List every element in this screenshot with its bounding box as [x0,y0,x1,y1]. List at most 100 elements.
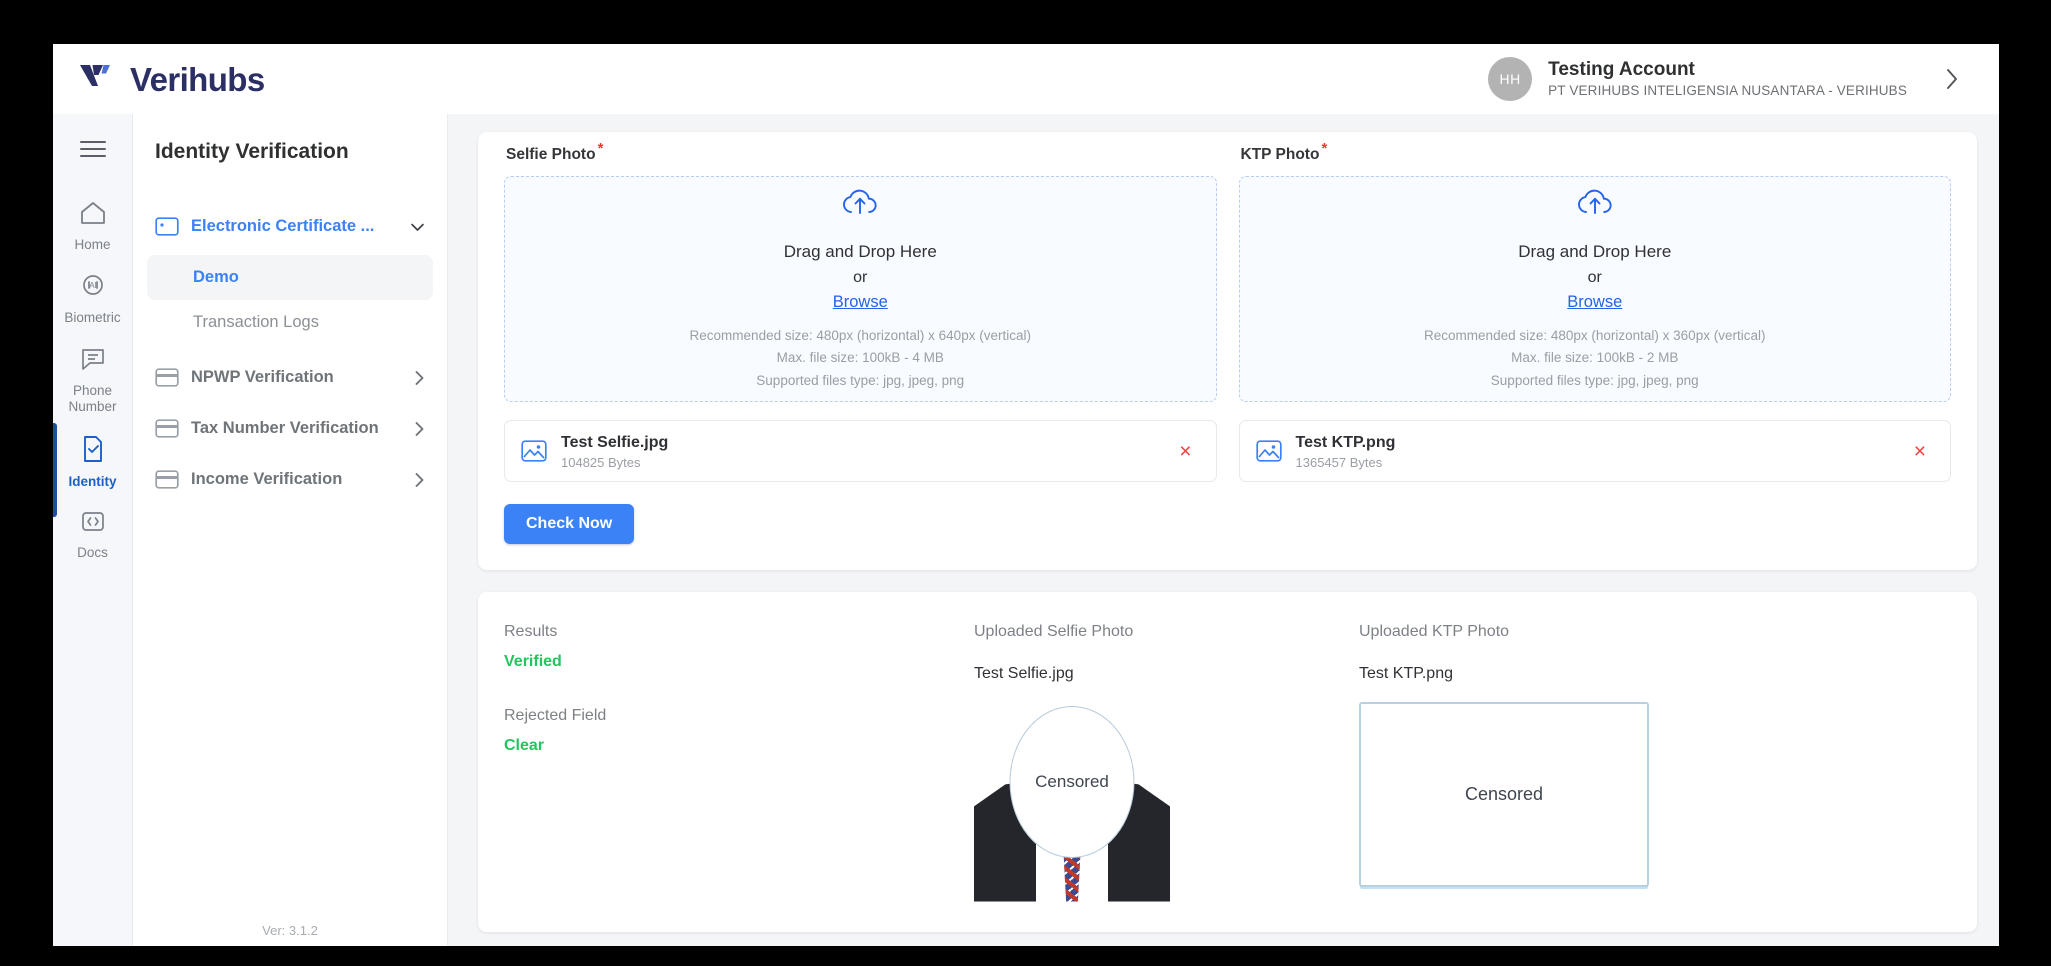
home-icon [78,199,108,232]
sidebar-item-label: Electronic Certificate ... [191,217,375,235]
sidebar-item-income-verification[interactable]: Income Verification [147,461,433,498]
id-card-icon [155,217,179,236]
top-bar: Verihubs HH Testing Account PT VERIHUBS … [53,44,1999,114]
ktp-file-chip: Test KTP.png 1365457 Bytes × [1238,420,1951,483]
rail-item-biometric[interactable]: AI Biometric [53,263,133,336]
uploaded-ktp-column: Uploaded KTP Photo Test KTP.png Censored [1359,622,1951,901]
uploaded-selfie-filename: Test Selfie.jpg [974,665,1074,683]
sidebar-subitem-demo[interactable]: Demo [147,255,433,300]
ktp-photo-label: KTP Photo * [1239,132,1952,176]
ktp-file-name: Test KTP.png [1295,433,1396,451]
cloud-upload-icon [1575,186,1615,223]
sidebar-title: Identity Verification [155,140,349,163]
card-icon [155,419,179,438]
main-content: Selfie Photo * Drag and Drop Here or Bro… [448,114,1999,946]
selfie-hint-size: Recommended size: 480px (horizontal) x 6… [689,328,1031,344]
rejected-field-value: Clear [504,736,545,754]
sidebar-subnav-electronic-certificate: Demo Transaction Logs [147,255,433,345]
rail-label-home: Home [74,237,111,252]
selfie-censor-overlay: Censored [1009,705,1135,858]
selfie-browse-link[interactable]: Browse [833,289,888,315]
ktp-photo-label-text: KTP Photo [1240,146,1320,164]
sidebar-item-label: NPWP Verification [191,368,334,386]
selfie-photo-label: Selfie Photo * [504,132,1217,176]
verihubs-v-icon [80,65,110,86]
upload-card: Selfie Photo * Drag and Drop Here or Bro… [478,132,1977,571]
ktp-drag-text: Drag and Drop Here [1518,242,1672,262]
svg-text:AI: AI [89,281,97,290]
sidebar-item-label: Income Verification [191,470,343,488]
sidebar-subitem-transaction-logs[interactable]: Transaction Logs [147,300,433,345]
check-now-button[interactable]: Check Now [504,504,635,545]
chevron-right-icon[interactable] [1939,66,1965,92]
ktp-upload-column: KTP Photo * Drag and Drop Here or Browse… [1238,132,1952,544]
selfie-photo-label-text: Selfie Photo [506,146,596,164]
code-brackets-icon [79,509,107,540]
results-status-value: Verified [504,653,562,671]
sidebar-item-npwp-verification[interactable]: NPWP Verification [147,359,433,396]
results-summary-column: Results Verified Rejected Field Clear [504,622,974,901]
uploaded-selfie-header: Uploaded Selfie Photo [974,623,1134,641]
account-organization: PT VERIHUBS INTELIGENSIA NUSANTARA - VER… [1548,83,1907,99]
sidebar-item-electronic-certificate[interactable]: Electronic Certificate ... [147,208,433,245]
ktp-censor-overlay: Censored [1464,783,1544,804]
rail-item-identity[interactable]: Identity [53,422,133,517]
selfie-upload-column: Selfie Photo * Drag and Drop Here or Bro… [504,132,1217,545]
ktp-hint-size: Recommended size: 480px (horizontal) x 3… [1424,328,1766,344]
secondary-sidebar: Identity Verification Electronic Certifi… [133,114,448,946]
chevron-right-icon[interactable] [414,421,425,437]
rail-item-docs[interactable]: Docs [53,500,133,571]
chevron-right-icon[interactable] [414,472,425,488]
rail-item-home[interactable]: Home [53,190,133,263]
selfie-remove-icon[interactable]: × [1175,437,1195,466]
sidebar-item-label: Tax Number Verification [191,419,379,437]
rail-label-identity: Identity [68,473,117,489]
sidebar-item-tax-number-verification[interactable]: Tax Number Verification [147,410,433,447]
rail-item-phone-number[interactable]: Phone Number [53,336,133,425]
uploaded-selfie-preview: Censored [974,702,1170,902]
avatar: HH [1488,57,1533,101]
results-card: Results Verified Rejected Field Clear Up… [478,592,1977,933]
required-asterisk: * [1321,140,1328,157]
ktp-file-size: 1365457 Bytes [1295,454,1383,470]
app-window: Verihubs HH Testing Account PT VERIHUBS … [53,44,1999,946]
rejected-field-label: Rejected Field [504,706,607,724]
primary-nav-rail: Home AI Biometric Phone Number Identity [53,114,133,946]
rail-label-docs: Docs [77,544,108,560]
selfie-hint-max: Max. file size: 100kB - 4 MB [776,350,944,366]
ktp-remove-icon[interactable]: × [1910,437,1930,466]
uploaded-ktp-filename: Test KTP.png [1359,665,1453,683]
cloud-upload-icon [840,186,880,223]
brand-logo[interactable]: Verihubs [79,62,265,96]
chevron-right-icon[interactable] [414,370,425,386]
image-file-icon [1255,440,1282,462]
chevron-down-icon[interactable] [410,222,425,232]
sidebar-version: Ver: 3.1.2 [262,923,318,938]
ktp-hint-max: Max. file size: 100kB - 2 MB [1511,350,1679,366]
ktp-dropzone[interactable]: Drag and Drop Here or Browse Recommended… [1238,176,1951,403]
selfie-dropzone[interactable]: Drag and Drop Here or Browse Recommended… [504,176,1217,403]
rail-label-biometric: Biometric [64,309,121,325]
results-label: Results [504,623,558,641]
uploaded-ktp-header: Uploaded KTP Photo [1359,623,1510,641]
brand-name: Verihubs [130,60,265,98]
ktp-or-text: or [1587,268,1602,286]
card-icon [155,470,179,489]
selfie-hint-types: Supported files type: jpg, jpeg, png [756,372,965,388]
uploaded-ktp-preview: Censored [1359,701,1649,887]
card-icon [155,368,179,387]
selfie-file-size: 104825 Bytes [561,454,641,470]
selfie-or-text: or [853,268,868,286]
chat-bubble-icon [78,345,108,378]
ktp-browse-link[interactable]: Browse [1567,289,1622,315]
uploaded-selfie-column: Uploaded Selfie Photo Test Selfie.jpg Ce… [974,622,1359,902]
selfie-file-chip: Test Selfie.jpg 104825 Bytes × [504,420,1217,483]
image-file-icon [521,440,547,462]
account-name: Testing Account [1548,58,1695,80]
account-menu[interactable]: HH Testing Account PT VERIHUBS INTELIGEN… [1488,57,1965,101]
document-check-icon [78,434,108,469]
hamburger-menu-icon[interactable] [76,132,110,166]
